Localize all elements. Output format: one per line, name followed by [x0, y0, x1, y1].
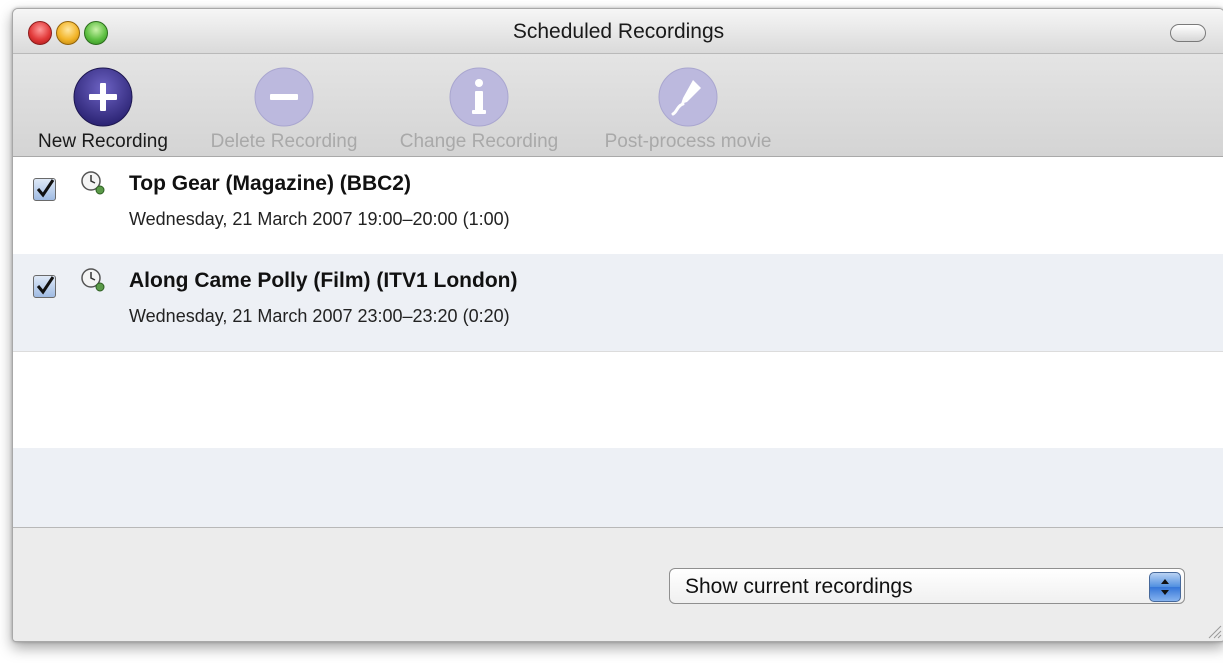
plus-icon	[73, 67, 133, 127]
recording-title: Top Gear (Magazine) (BBC2)	[129, 172, 411, 195]
empty-row	[13, 448, 1223, 527]
checkmark-icon	[36, 179, 55, 198]
recording-schedule: Wednesday, 21 March 2007 23:00–23:20 (0:…	[129, 306, 510, 326]
recording-title: Along Came Polly (Film) (ITV1 London)	[129, 269, 518, 292]
info-icon	[449, 67, 509, 127]
recordings-list[interactable]: Top Gear (Magazine) (BBC2) Wednesday, 21…	[13, 157, 1223, 528]
resize-grip-icon[interactable]	[1206, 623, 1222, 639]
scheduled-clock-icon	[81, 268, 105, 292]
empty-row	[13, 351, 1223, 449]
select-arrows-icon[interactable]	[1149, 572, 1181, 602]
script-icon	[658, 67, 718, 127]
recordings-filter-select[interactable]: Show current recordings	[669, 568, 1185, 604]
list-item[interactable]: Top Gear (Magazine) (BBC2) Wednesday, 21…	[13, 157, 1223, 255]
select-value: Show current recordings	[685, 575, 913, 598]
recording-schedule: Wednesday, 21 March 2007 19:00–20:00 (1:…	[129, 209, 510, 229]
change-recording-button[interactable]: Change Recording	[389, 54, 569, 156]
checkmark-icon	[36, 276, 55, 295]
footer: Show current recordings	[13, 528, 1223, 641]
new-recording-label: New Recording	[38, 131, 168, 152]
delete-recording-label: Delete Recording	[210, 131, 358, 152]
new-recording-button[interactable]: New Recording	[27, 54, 179, 156]
post-process-movie-button[interactable]: Post-process movie	[589, 54, 787, 156]
delete-recording-button[interactable]: Delete Recording	[199, 54, 369, 156]
post-process-movie-label: Post-process movie	[604, 131, 772, 152]
scheduled-recordings-window: Scheduled Recordings New Recording Delet…	[12, 8, 1223, 642]
list-item[interactable]: Along Came Polly (Film) (ITV1 London) We…	[13, 254, 1223, 352]
scheduled-clock-icon	[81, 171, 105, 195]
toolbar: New Recording Delete Recording Change Re…	[13, 54, 1223, 157]
title-bar[interactable]: Scheduled Recordings	[13, 9, 1223, 54]
toolbar-toggle-button[interactable]	[1170, 24, 1206, 42]
minus-icon	[254, 67, 314, 127]
enabled-checkbox[interactable]	[33, 178, 56, 201]
window-title: Scheduled Recordings	[512, 20, 725, 43]
change-recording-label: Change Recording	[399, 131, 559, 152]
enabled-checkbox[interactable]	[33, 275, 56, 298]
